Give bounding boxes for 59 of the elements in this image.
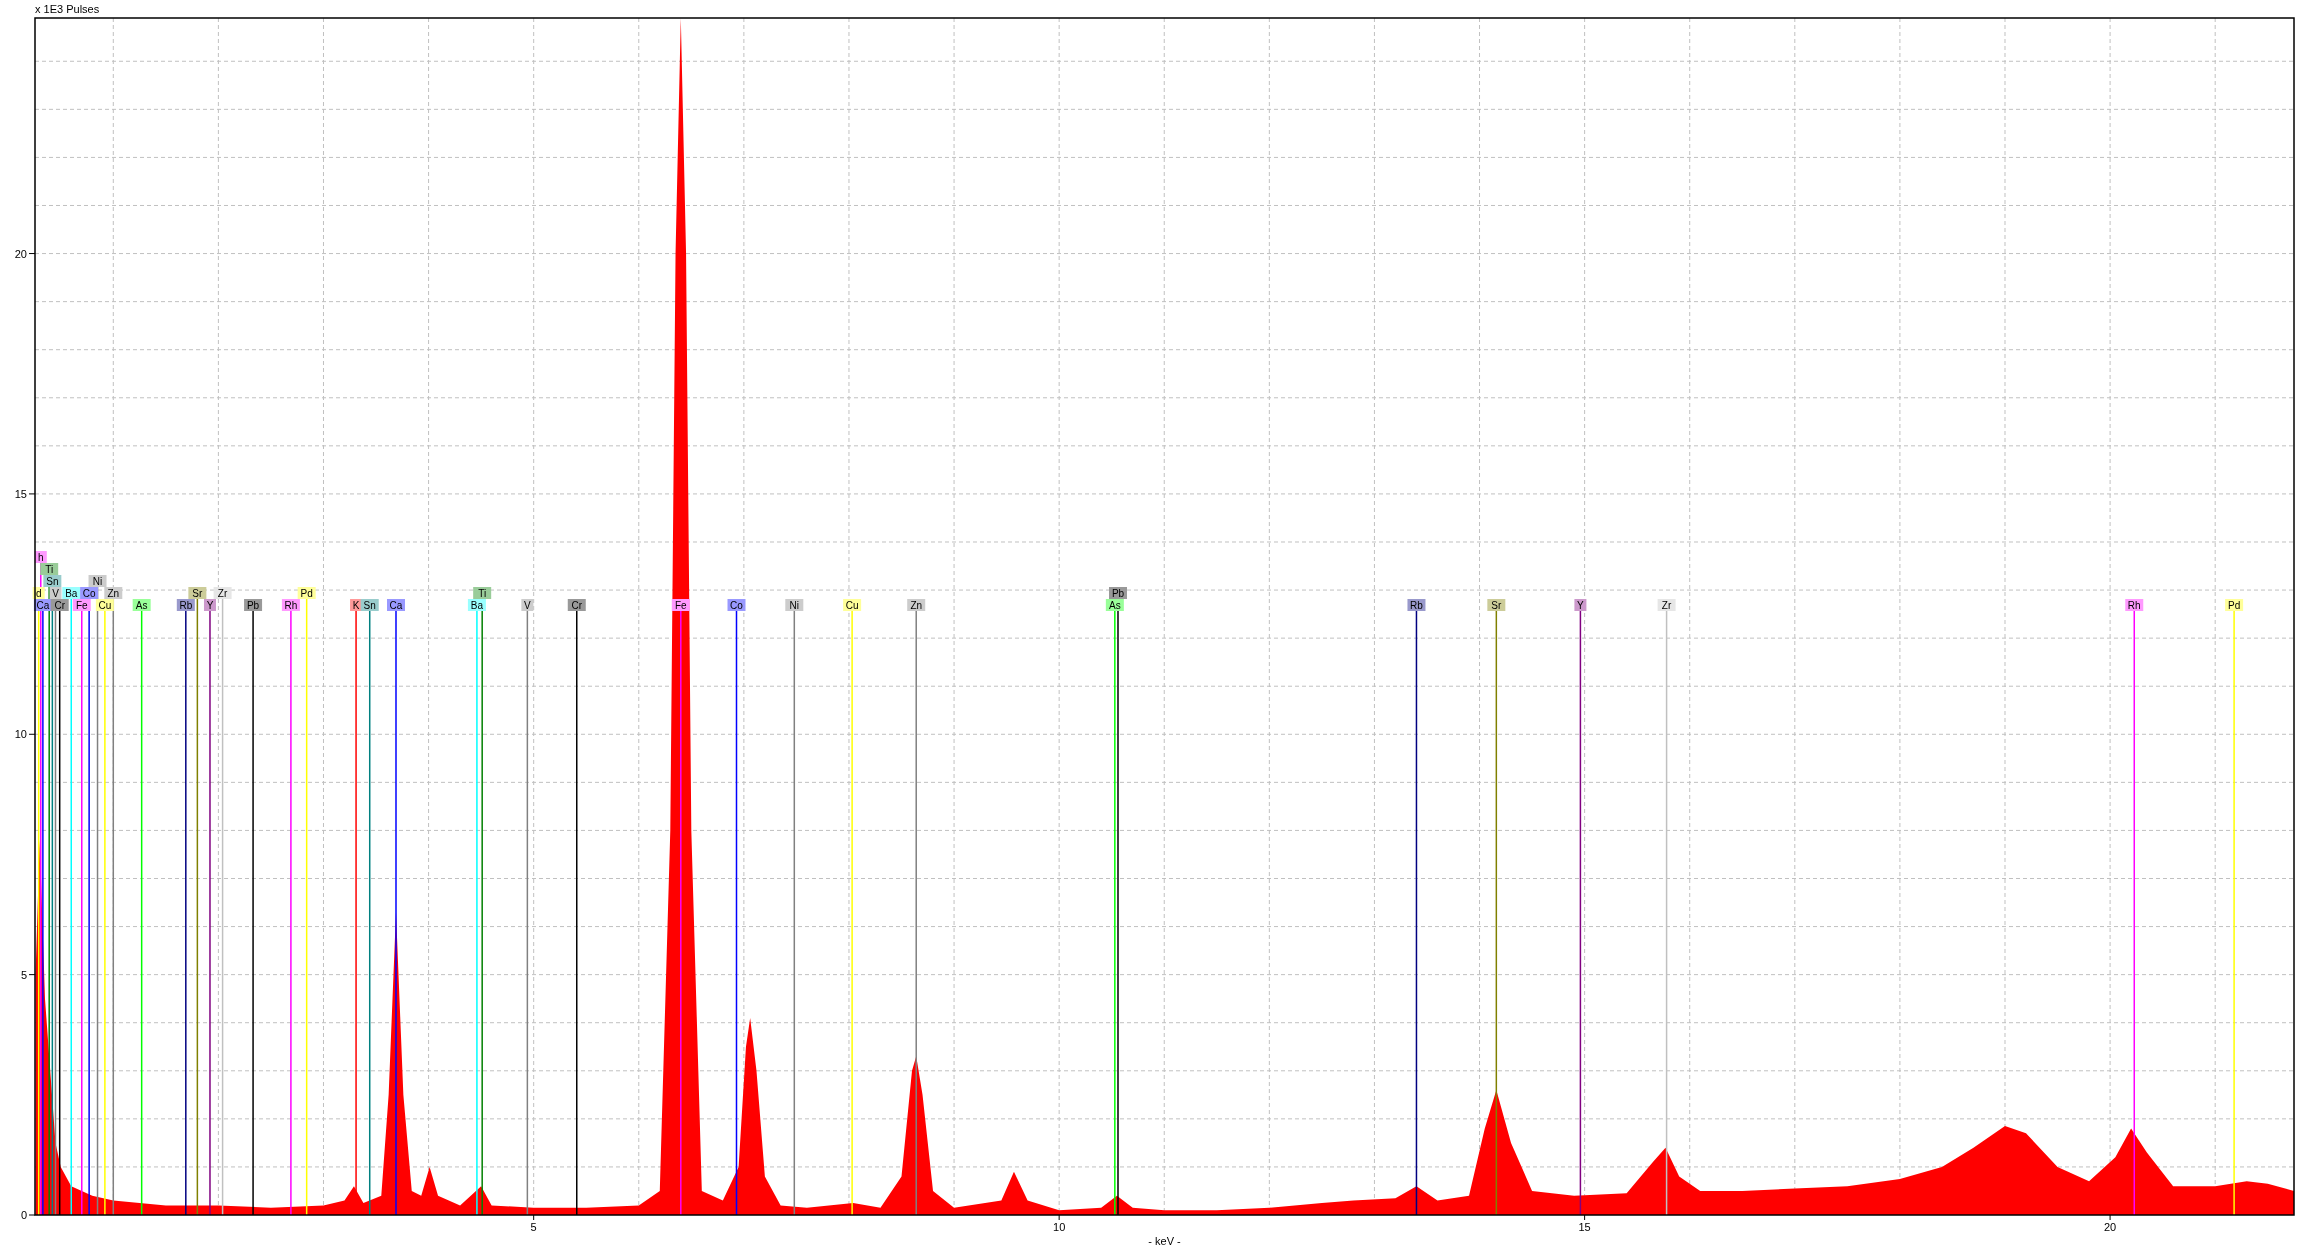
ref-line-label: Ti bbox=[45, 563, 54, 575]
element-tag: Pb bbox=[1109, 587, 1127, 599]
x-tick-label: 5 bbox=[530, 1221, 537, 1233]
element-tag: Ba bbox=[62, 587, 81, 599]
element-tag: Cu bbox=[95, 599, 114, 611]
ref-line-label: Zr bbox=[217, 587, 228, 599]
element-tag: Pd bbox=[297, 587, 316, 599]
x-axis-title: - keV - bbox=[1148, 1235, 1181, 1247]
ref-line-label: Sr bbox=[192, 587, 204, 599]
ref-line-label: As bbox=[1109, 599, 1121, 611]
ref-line-label: Sr bbox=[1491, 599, 1502, 611]
ref-line-label: Cr bbox=[54, 599, 66, 611]
element-tag: Y bbox=[1574, 599, 1587, 611]
ref-line-label: Ni bbox=[92, 575, 103, 587]
element-tag: Zr bbox=[213, 587, 232, 599]
element-tag: Zn bbox=[907, 599, 926, 611]
element-tag: Ti bbox=[40, 563, 59, 575]
element-tag: Ni bbox=[785, 599, 804, 611]
ref-line-label: Cr bbox=[571, 599, 583, 611]
ref-line-label: Ni bbox=[789, 599, 800, 611]
element-tag: Y bbox=[204, 599, 216, 611]
element-tag: Sn bbox=[43, 575, 62, 587]
element-tag: Pd bbox=[2225, 599, 2244, 611]
y-tick-label: 20 bbox=[14, 247, 27, 260]
element-tag: Ca bbox=[387, 599, 405, 611]
element-tag: Pb bbox=[244, 599, 263, 611]
element-tag: Ni bbox=[88, 575, 107, 587]
ref-line-label: h bbox=[38, 551, 44, 563]
element-tag: Co bbox=[80, 587, 99, 599]
element-tag: Sr bbox=[1487, 599, 1506, 611]
element-tag: K bbox=[350, 599, 363, 611]
element-tag: As bbox=[1105, 599, 1124, 611]
element-tag: Rb bbox=[176, 599, 195, 611]
y-tick-label: 0 bbox=[20, 1209, 27, 1221]
element-tag: Rh bbox=[281, 599, 300, 611]
element-tag: Ba bbox=[467, 599, 486, 611]
element-tag: Cu bbox=[843, 599, 862, 611]
ref-line-label: Zr bbox=[1661, 599, 1672, 611]
x-tick-label: 20 bbox=[2103, 1221, 2117, 1233]
element-tag: Fe bbox=[671, 599, 690, 611]
element-tag: Rb bbox=[1407, 599, 1426, 611]
element-tag: Cr bbox=[567, 599, 586, 611]
element-tag: Fe bbox=[72, 599, 91, 611]
y-tick-label: 10 bbox=[14, 728, 27, 741]
y-axis-title: x 1E3 Pulses bbox=[35, 3, 100, 15]
element-tag: Zn bbox=[104, 587, 123, 599]
element-tag: V bbox=[521, 599, 534, 611]
x-tick-label: 15 bbox=[1578, 1221, 1591, 1233]
x-tick-label: 10 bbox=[1053, 1221, 1066, 1233]
element-tag: Zr bbox=[1657, 599, 1676, 611]
element-tag: Rh bbox=[2125, 599, 2144, 611]
y-tick-label: 15 bbox=[14, 487, 27, 500]
element-tag: V bbox=[49, 587, 62, 599]
ref-line-label: Ti bbox=[478, 587, 487, 599]
element-tag: Co bbox=[727, 599, 746, 611]
y-tick-label: 5 bbox=[20, 968, 27, 981]
element-tag: Sr bbox=[188, 587, 207, 599]
element-tag: Ti bbox=[473, 587, 492, 599]
element-tag: As bbox=[132, 599, 151, 611]
